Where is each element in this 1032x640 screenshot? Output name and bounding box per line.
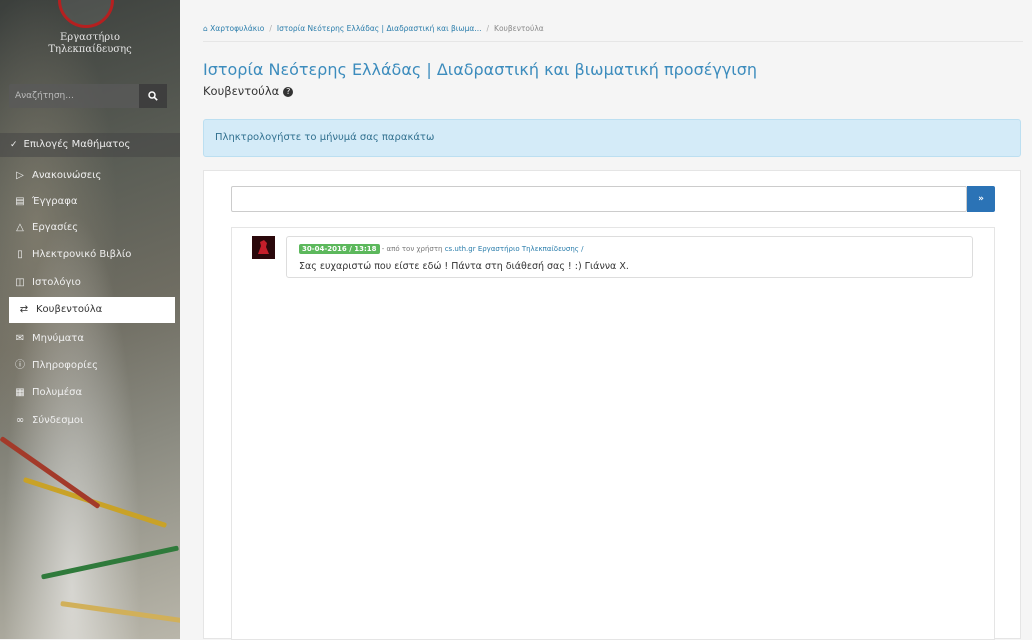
sidebar-item-label: Πολυμέσα	[32, 387, 83, 398]
help-icon[interactable]: ?	[283, 86, 294, 97]
sidebar-item-info[interactable]: ⓘ Πληροφορίες	[0, 353, 180, 379]
message-text: Σας ευχαριστώ που είστε εδώ ! Πάντα στη …	[299, 261, 629, 272]
message-meta: 30-04-2016 / 13:18 - από τον χρήστη cs.u…	[299, 244, 584, 254]
logo-line2: Τηλεκπαίδευσης	[48, 44, 132, 55]
breadcrumb-current: Κουβεντούλα	[494, 24, 544, 33]
message-input[interactable]	[231, 186, 967, 212]
messages-box: 30-04-2016 / 13:18 - από τον χρήστη cs.u…	[231, 227, 995, 640]
avatar	[252, 236, 275, 259]
sidebar-item-label: Έγγραφα	[32, 196, 78, 207]
sidebar: Εργαστήριο Τηλεκπαίδευσης ✓ Επιλογές Μαθή…	[0, 0, 180, 639]
sidebar-item-label: Ιστολόγιο	[32, 277, 81, 288]
main-content: ⌂ Χαρτοφυλάκιο / Ιστορία Νεότερης Ελλάδας …	[180, 0, 1032, 640]
page-title-text: Κουβεντούλα	[203, 84, 280, 98]
breadcrumb-separator: /	[269, 24, 272, 33]
sidebar-item-links[interactable]: ∞ Σύνδεσμοι	[0, 408, 180, 434]
course-menu-label: Επιλογές Μαθήματος	[23, 139, 131, 150]
sidebar-item-chat[interactable]: ⇄ Κουβεντούλα	[9, 297, 175, 323]
breadcrumb-course-link[interactable]: Ιστορία Νεότερης Ελλάδας | Διαδραστική κ…	[277, 24, 482, 33]
page-title: Κουβεντούλα?	[203, 84, 294, 98]
sidebar-item-label: Κουβεντούλα	[36, 304, 103, 315]
bullhorn-icon: ▷	[16, 170, 24, 181]
background-pencil	[60, 600, 180, 625]
sidebar-item-label: Εργασίες	[32, 222, 79, 233]
sidebar-item-documents[interactable]: ▤ Έγγραφα	[0, 189, 180, 215]
flask-icon: △	[16, 222, 24, 233]
background-pencil	[41, 545, 179, 580]
info-icon: ⓘ	[15, 360, 25, 371]
breadcrumb: ⌂ Χαρτοφυλάκιο / Ιστορία Νεότερης Ελλάδας …	[203, 24, 544, 33]
message-card: 30-04-2016 / 13:18 - από τον χρήστη cs.u…	[286, 236, 973, 278]
sidebar-item-announcements[interactable]: ▷ Ανακοινώσεις	[0, 163, 180, 189]
chat-panel: » 30-04-2016 / 13:18 - από τον χρήστη cs…	[203, 170, 1021, 640]
info-alert: Πληκτρολογήστε το μήνυμά σας παρακάτω	[203, 119, 1021, 157]
logo-line1: Εργαστήριο	[59, 32, 121, 43]
background-pencil	[0, 436, 101, 509]
avatar-image	[252, 236, 275, 259]
logo-emblem	[58, 0, 114, 28]
sidebar-item-blog[interactable]: ◫ Ιστολόγιο	[0, 270, 180, 296]
message-timestamp: 30-04-2016 / 13:18	[299, 244, 380, 254]
search-icon	[148, 91, 158, 101]
sidebar-item-label: Ανακοινώσεις	[32, 170, 102, 181]
sidebar-item-label: Μηνύματα	[32, 333, 84, 344]
send-button[interactable]: »	[967, 186, 995, 212]
search-input[interactable]	[9, 84, 137, 108]
film-icon: ▦	[15, 387, 25, 398]
book-icon: ▯	[17, 249, 23, 260]
breadcrumb-separator: /	[486, 24, 490, 33]
sidebar-item-messages[interactable]: ✉ Μηνύματα	[0, 326, 180, 352]
course-title: Ιστορία Νεότερης Ελλάδας | Διαδραστική κ…	[203, 60, 757, 79]
course-menu-header[interactable]: ✓ Επιλογές Μαθήματος	[0, 133, 180, 157]
envelope-icon: ✉	[15, 333, 25, 344]
sidebar-item-assignments[interactable]: △ Εργασίες	[0, 215, 180, 241]
sidebar-item-label: Ηλεκτρονικό Βιβλίο	[32, 249, 132, 260]
search-box	[9, 84, 167, 108]
sidebar-item-label: Σύνδεσμοι	[32, 415, 84, 426]
chevron-down-icon: ✓	[10, 140, 18, 150]
breadcrumb-home-link[interactable]: Χαρτοφυλάκιο	[210, 24, 264, 33]
message-author-prefix: - από τον χρήστη	[381, 245, 443, 253]
link-icon: ∞	[15, 415, 25, 426]
sidebar-item-label: Πληροφορίες	[32, 360, 98, 371]
search-button[interactable]	[139, 84, 167, 108]
folder-icon: ▤	[15, 196, 25, 207]
divider	[203, 41, 1023, 42]
sidebar-item-multimedia[interactable]: ▦ Πολυμέσα	[0, 380, 180, 406]
sidebar-item-ebook[interactable]: ▯ Ηλεκτρονικό Βιβλίο	[0, 242, 180, 268]
exchange-icon: ⇄	[19, 304, 29, 315]
logo[interactable]: Εργαστήριο Τηλεκπαίδευσης	[0, 32, 180, 56]
home-icon: ⌂	[203, 24, 208, 33]
columns-icon: ◫	[15, 277, 25, 288]
message-author-link[interactable]: cs.uth.gr Εργαστήριο Τηλεκπαίδευσης /	[445, 245, 584, 253]
